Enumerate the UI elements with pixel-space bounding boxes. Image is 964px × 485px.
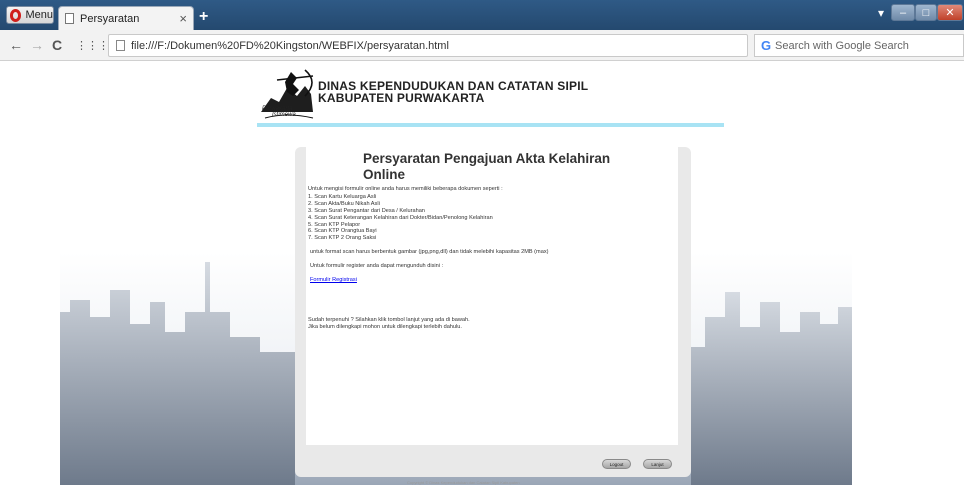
requirements-card: Persyaratan Pengajuan Akta Kelahiran Onl… <box>295 147 691 477</box>
new-tab-button[interactable]: + <box>199 8 208 26</box>
list-item: 3. Scan Surat Pengantar dari Desa / Kelu… <box>308 207 425 214</box>
footer-copyright: Copyright © Dinas Kependudukan dan Catat… <box>407 480 520 485</box>
address-url: file:///F:/Dokumen%20FD%20Kingston/WEBFI… <box>131 39 449 52</box>
confirm-line-1: Sudah terpenuhi ? Silahkan klik tombol l… <box>308 316 470 323</box>
page-title: Persyaratan Pengajuan Akta Kelahiran Onl… <box>363 151 611 182</box>
maximize-button[interactable]: □ <box>915 4 937 21</box>
logo-caption-line2: Istimewa <box>272 112 296 118</box>
document-list: 1. Scan Kartu Keluarga Asli 2. Scan Akta… <box>308 194 678 242</box>
search-box[interactable]: G Search with Google Search <box>754 34 964 57</box>
list-item: 1. Scan Kartu Keluarga Asli <box>308 193 377 200</box>
header-accent-bar <box>257 123 724 127</box>
registration-form-link[interactable]: Formulir Registrasi <box>310 277 357 283</box>
download-note: Untuk formulir register anda dapat mengu… <box>310 263 444 270</box>
forward-icon[interactable]: → <box>30 37 44 53</box>
tab-title: Persyaratan <box>80 12 140 25</box>
google-icon: G <box>761 38 772 53</box>
format-note: untuk format scan harus berbentuk gambar… <box>310 249 549 256</box>
confirm-line-2: Jika belum dilengkapi mohon untuk dileng… <box>308 323 462 330</box>
agency-title-line2: KABUPATEN PURWAKARTA <box>318 91 485 105</box>
requirements-panel: Persyaratan Pengajuan Akta Kelahiran Onl… <box>306 147 678 445</box>
list-item: 7. Scan KTP 2 Orang Saksi <box>308 235 377 242</box>
minimize-button[interactable]: – <box>891 4 915 21</box>
agency-title: DINAS KEPENDUDUKAN DAN CATATAN SIPIL KAB… <box>318 80 588 104</box>
reload-icon[interactable]: C <box>52 37 62 53</box>
browser-title-bar: Menu Persyaratan × + ▾ – □ ✕ <box>0 0 964 30</box>
next-button[interactable]: Lanjut <box>643 459 672 469</box>
back-icon[interactable]: ← <box>9 37 23 53</box>
navigation-bar: ← → C ⋮⋮⋮ file:///F:/Dokumen%20FD%20King… <box>0 30 964 61</box>
speed-dial-icon[interactable]: ⋮⋮⋮ <box>76 39 109 52</box>
requirements-content: Untuk mengisi formulir online anda harus… <box>308 186 678 331</box>
tab-close-icon[interactable]: × <box>179 11 187 26</box>
search-placeholder: Search with Google Search <box>775 39 909 52</box>
logo-caption: Purwakarta Istimewa <box>262 106 296 118</box>
close-window-button[interactable]: ✕ <box>937 4 963 21</box>
list-item: 5. Scan KTP Pelapor <box>308 221 361 228</box>
address-bar[interactable]: file:///F:/Dokumen%20FD%20Kingston/WEBFI… <box>108 34 842 57</box>
tab-menu-icon[interactable]: ▾ <box>872 4 890 21</box>
page-viewport: Purwakarta Istimewa DINAS KEPENDUDUKAN D… <box>0 62 964 485</box>
list-item: 2. Scan Akta/Buku Nikah Asli <box>308 200 380 207</box>
menu-label: Menu <box>25 9 53 21</box>
list-item: 4. Scan Surat Keterangan Kelahiran dari … <box>308 214 493 221</box>
file-icon <box>116 40 125 51</box>
opera-menu-button[interactable]: Menu <box>6 6 54 24</box>
list-item: 6. Scan KTP Orangtua Bayi <box>308 228 377 235</box>
tab-persyaratan[interactable]: Persyaratan × <box>58 6 194 30</box>
page-icon <box>65 13 74 24</box>
opera-logo-icon <box>10 8 22 22</box>
intro-text: Untuk mengisi formulir online anda harus… <box>308 186 503 192</box>
logout-button[interactable]: Logout <box>602 459 631 469</box>
